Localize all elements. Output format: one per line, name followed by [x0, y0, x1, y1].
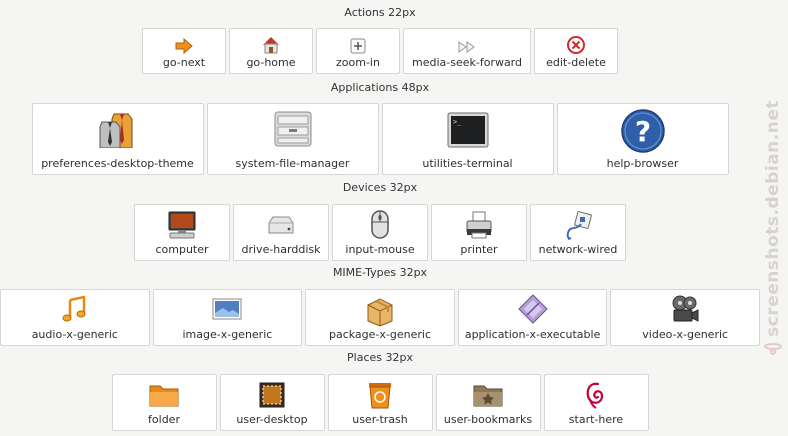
tile-label: package-x-generic [328, 328, 431, 341]
tile-edit-delete[interactable]: edit-delete [534, 28, 618, 74]
tile-user-trash[interactable]: user-trash [327, 374, 433, 431]
tile-label: help-browser [606, 157, 679, 170]
video-x-generic-icon [672, 295, 699, 322]
tile-label: folder [148, 413, 180, 426]
tile-input-mouse[interactable]: input-mouse [332, 204, 428, 261]
system-file-manager-icon [274, 111, 311, 147]
tile-label: computer [155, 243, 209, 256]
actions-row: go-next go-home zoom-in media-seek-forwa… [0, 28, 760, 74]
tile-label: drive-harddisk [241, 243, 321, 256]
tile-label: printer [460, 243, 498, 256]
tile-label: go-next [162, 56, 206, 69]
mimetypes-row: audio-x-generic image-x-generic package-… [0, 289, 760, 346]
start-here-icon [586, 382, 604, 409]
tile-printer[interactable]: printer [431, 204, 527, 261]
go-home-icon [263, 37, 279, 54]
tile-label: user-trash [352, 413, 408, 426]
user-trash-icon [369, 383, 391, 409]
tile-media-seek-forward[interactable]: media-seek-forward [403, 28, 531, 74]
zoom-in-icon [350, 38, 366, 54]
user-desktop-icon [259, 382, 285, 408]
tile-label: zoom-in [336, 56, 380, 69]
tile-go-next[interactable]: go-next [142, 28, 226, 74]
tile-network-wired[interactable]: network-wired [530, 204, 626, 261]
user-bookmarks-icon [473, 385, 503, 407]
tile-label: edit-delete [546, 56, 606, 69]
tile-label: input-mouse [345, 243, 415, 256]
tile-preferences-desktop-theme[interactable]: preferences-desktop-theme [31, 103, 204, 175]
folder-icon [149, 385, 179, 407]
preferences-desktop-theme-icon [99, 113, 132, 148]
tile-package-x-generic[interactable]: package-x-generic [305, 289, 455, 346]
tile-drive-harddisk[interactable]: drive-harddisk [233, 204, 329, 261]
tile-audio-x-generic[interactable]: audio-x-generic [0, 289, 150, 346]
package-x-generic-icon [367, 298, 393, 327]
tile-label: utilities-terminal [422, 157, 513, 170]
go-next-icon [175, 37, 193, 55]
tile-label: go-home [246, 56, 296, 69]
tile-computer[interactable]: computer [134, 204, 230, 261]
section-title-devices: Devices 32px [342, 181, 418, 194]
utilities-terminal-icon: >_ [447, 112, 488, 148]
media-seek-forward-icon [458, 41, 475, 53]
tile-application-x-executable[interactable]: application-x-executable [457, 289, 608, 346]
tile-video-x-generic[interactable]: video-x-generic [610, 289, 760, 346]
svg-text:?: ? [634, 115, 650, 148]
tile-go-home[interactable]: go-home [229, 28, 313, 74]
tile-label: video-x-generic [642, 328, 729, 341]
section-title-places: Places 32px [347, 351, 413, 364]
section-title-mimetypes: MIME-Types 32px [332, 266, 428, 279]
image-x-generic-icon [212, 298, 242, 320]
svg-text:>_: >_ [453, 118, 462, 126]
drive-harddisk-icon [268, 216, 294, 234]
tile-label: system-file-manager [235, 157, 350, 170]
tile-label: preferences-desktop-theme [41, 157, 194, 170]
tile-start-here[interactable]: start-here [543, 374, 649, 431]
tile-user-desktop[interactable]: user-desktop [219, 374, 325, 431]
help-browser-icon: ? [620, 109, 665, 153]
application-x-executable-icon [517, 294, 548, 324]
applications-row: preferences-desktop-theme system-file-ma… [0, 103, 760, 175]
tile-help-browser[interactable]: ? help-browser [556, 103, 729, 175]
tile-label: start-here [568, 413, 624, 426]
tile-label: network-wired [538, 243, 618, 256]
section-title-actions: Actions 22px [344, 6, 416, 19]
tile-system-file-manager[interactable]: system-file-manager [206, 103, 379, 175]
printer-icon [466, 211, 492, 239]
tile-image-x-generic[interactable]: image-x-generic [152, 289, 303, 346]
section-title-applications: Applications 48px [330, 81, 430, 94]
watermark-text: screenshots.debian.net [763, 100, 783, 337]
edit-delete-icon [567, 36, 585, 54]
tile-label: image-x-generic [182, 328, 273, 341]
tile-user-bookmarks[interactable]: user-bookmarks [435, 374, 541, 431]
tile-folder[interactable]: folder [111, 374, 217, 431]
computer-icon [168, 211, 196, 239]
tile-label: user-bookmarks [443, 413, 533, 426]
input-mouse-icon [371, 210, 389, 239]
debian-swirl-icon [764, 342, 782, 356]
tile-label: audio-x-generic [31, 328, 118, 341]
watermark: screenshots.debian.net [760, 100, 786, 356]
network-wired-icon [566, 211, 592, 240]
tile-zoom-in[interactable]: zoom-in [316, 28, 400, 74]
places-row: folder user-desktop user-trash user-book… [0, 374, 760, 431]
tile-label: application-x-executable [464, 328, 601, 341]
tile-utilities-terminal[interactable]: >_ utilities-terminal [381, 103, 554, 175]
devices-row: computer drive-harddisk input-mouse prin… [0, 204, 760, 261]
audio-x-generic-icon [62, 295, 86, 322]
tile-label: user-desktop [236, 413, 308, 426]
